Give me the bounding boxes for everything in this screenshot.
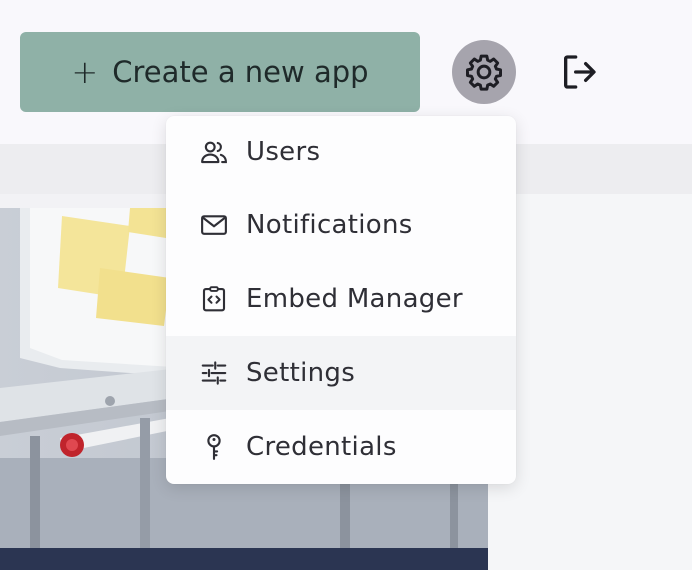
menu-item-credentials[interactable]: Credentials bbox=[166, 410, 516, 484]
thumbnail-caption-bar bbox=[0, 548, 488, 570]
logout-icon bbox=[564, 55, 596, 89]
key-icon bbox=[198, 431, 230, 463]
menu-item-settings[interactable]: Settings bbox=[166, 336, 516, 410]
menu-item-label: Users bbox=[246, 137, 321, 167]
settings-dropdown-menu: Users Notifications Embed Manager Settin… bbox=[166, 116, 516, 484]
menu-item-users[interactable]: Users bbox=[166, 116, 516, 188]
gear-icon bbox=[466, 54, 502, 91]
menu-item-label: Settings bbox=[246, 358, 356, 388]
menu-item-label: Notifications bbox=[246, 210, 413, 240]
create-new-app-label: Create a new app bbox=[112, 55, 369, 89]
right-panel bbox=[488, 194, 692, 570]
users-icon bbox=[198, 136, 230, 168]
envelope-icon bbox=[198, 209, 230, 241]
logout-button[interactable] bbox=[556, 50, 602, 94]
embed-code-icon bbox=[198, 283, 230, 315]
menu-item-notifications[interactable]: Notifications bbox=[166, 188, 516, 262]
settings-gear-button[interactable] bbox=[452, 40, 516, 104]
plus-icon: + bbox=[71, 53, 99, 91]
menu-item-label: Embed Manager bbox=[246, 284, 463, 314]
sliders-icon bbox=[198, 357, 230, 389]
menu-item-label: Credentials bbox=[246, 432, 397, 462]
create-new-app-button[interactable]: + Create a new app bbox=[20, 32, 420, 112]
menu-item-embed-manager[interactable]: Embed Manager bbox=[166, 262, 516, 336]
